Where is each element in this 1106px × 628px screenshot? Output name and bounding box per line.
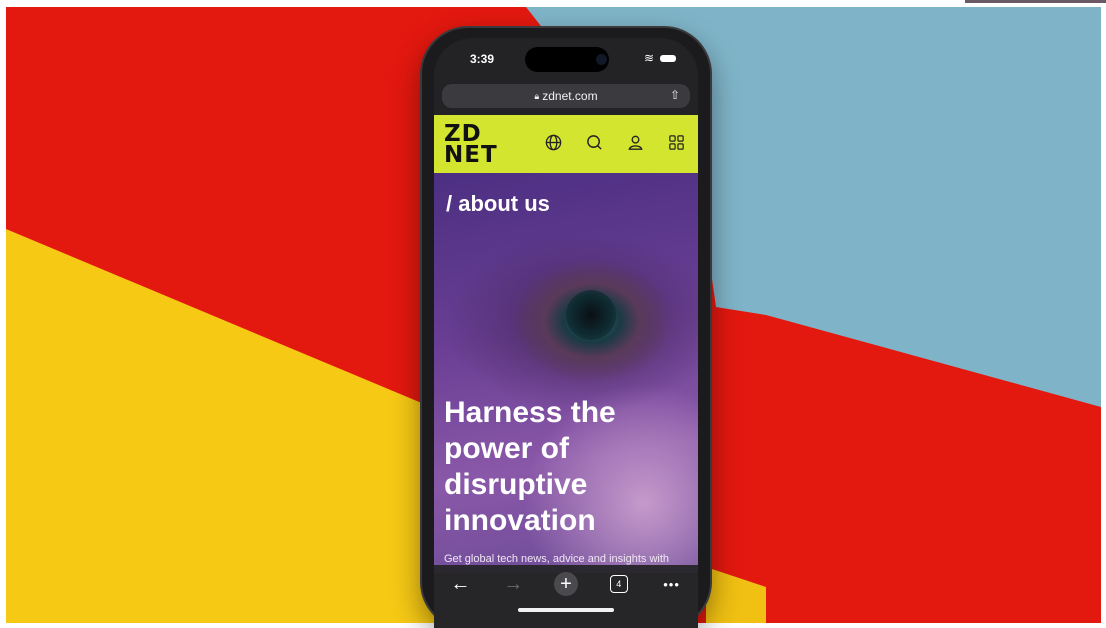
eye-image xyxy=(566,290,616,340)
home-indicator[interactable] xyxy=(518,608,614,612)
hero-title: Harness the power of disruptive innovati… xyxy=(444,396,616,537)
hero-section: / about us Harness the power of disrupti… xyxy=(434,173,698,573)
share-icon[interactable]: ⇧ xyxy=(670,88,680,102)
back-button[interactable]: ← xyxy=(445,571,475,597)
zdnet-logo[interactable]: ZD NET xyxy=(444,123,498,167)
battery-icon xyxy=(660,54,676,62)
smartphone: 3:39 ≋ 🔒︎ zdnet.com ⇧ ZD NET / about us … xyxy=(422,28,710,628)
plus-icon: + xyxy=(553,572,578,596)
globe-icon[interactable] xyxy=(544,133,563,152)
url-text: zdnet.com xyxy=(542,89,598,103)
lock-icon: 🔒︎ xyxy=(534,90,540,101)
dynamic-island xyxy=(525,47,609,72)
more-button[interactable]: ••• xyxy=(657,571,687,597)
new-tab-button[interactable]: + xyxy=(551,571,581,597)
tabs-button[interactable]: 4 xyxy=(604,571,634,597)
status-time: 3:39 xyxy=(470,52,495,66)
corner-thumbnail xyxy=(965,0,1106,3)
camera-icon xyxy=(596,54,607,65)
search-icon[interactable] xyxy=(585,133,604,152)
grid-icon[interactable] xyxy=(667,133,686,152)
hero-subtitle: Get global tech news, advice and insight… xyxy=(444,553,670,565)
status-icons: ≋ xyxy=(644,52,676,64)
tab-count: 4 xyxy=(609,575,628,593)
header-nav-icons xyxy=(544,133,686,152)
hero-kicker: / about us xyxy=(446,191,550,216)
forward-button[interactable]: → xyxy=(498,571,528,597)
user-icon[interactable] xyxy=(626,133,645,152)
phone-screen: 3:39 ≋ 🔒︎ zdnet.com ⇧ ZD NET / about us … xyxy=(434,38,698,628)
address-bar[interactable]: 🔒︎ zdnet.com ⇧ xyxy=(442,84,690,108)
site-header: ZD NET xyxy=(434,115,698,173)
browser-toolbar: ← → + 4 ••• xyxy=(434,565,698,628)
more-icon: ••• xyxy=(663,576,680,592)
wifi-icon: ≋ xyxy=(643,51,654,65)
